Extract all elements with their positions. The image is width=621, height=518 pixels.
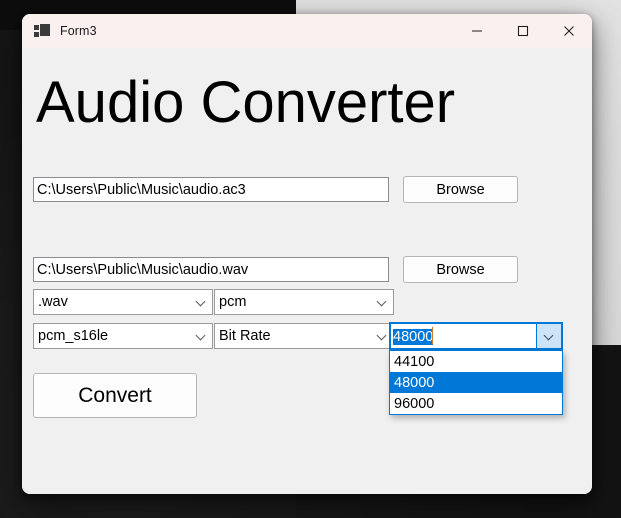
- maximize-icon: [517, 25, 529, 37]
- rate-kind-combo[interactable]: Bit Rate: [214, 323, 394, 349]
- rate-kind-value: Bit Rate: [219, 328, 271, 344]
- list-item[interactable]: 44100: [390, 351, 562, 372]
- maximize-button[interactable]: [500, 14, 546, 48]
- chevron-down-icon[interactable]: [536, 324, 561, 348]
- input-path-field[interactable]: C:\Users\Public\Music\audio.ac3: [33, 177, 389, 202]
- output-path-field[interactable]: C:\Users\Public\Music\audio.wav: [33, 257, 389, 282]
- container-format-value: .wav: [38, 294, 68, 310]
- container-format-combo[interactable]: .wav: [33, 289, 213, 315]
- title-bar-left: Form3: [22, 14, 454, 48]
- window-controls: [454, 14, 592, 48]
- chevron-down-icon[interactable]: [190, 332, 212, 341]
- close-icon: [564, 26, 574, 36]
- codec-value: pcm_s16le: [38, 328, 109, 344]
- app-window: Form3 Audio Converter C:\Users\Public\Mu…: [22, 14, 592, 494]
- sample-rate-value: 48000: [393, 329, 434, 345]
- close-button[interactable]: [546, 14, 592, 48]
- sample-rate-dropdown-list[interactable]: 44100 48000 96000: [389, 350, 563, 415]
- title-bar[interactable]: Form3: [22, 14, 592, 48]
- sample-rate-value-wrap: 48000: [391, 327, 536, 345]
- sample-rate-combo[interactable]: 48000: [389, 322, 563, 350]
- chevron-down-icon[interactable]: [190, 298, 212, 307]
- output-browse-button[interactable]: Browse: [403, 256, 518, 283]
- window-title: Form3: [60, 24, 97, 38]
- client-area: Audio Converter C:\Users\Public\Music\au…: [22, 48, 592, 494]
- codec-family-combo[interactable]: pcm: [214, 289, 394, 315]
- minimize-icon: [472, 30, 482, 32]
- minimize-button[interactable]: [454, 14, 500, 48]
- codec-combo[interactable]: pcm_s16le: [33, 323, 213, 349]
- chevron-down-icon[interactable]: [371, 298, 393, 307]
- convert-button[interactable]: Convert: [33, 373, 197, 418]
- text-caret: [432, 327, 434, 344]
- page-title: Audio Converter: [36, 70, 456, 135]
- list-item[interactable]: 96000: [390, 393, 562, 414]
- list-item[interactable]: 48000: [390, 372, 562, 393]
- input-browse-button[interactable]: Browse: [403, 176, 518, 203]
- codec-family-value: pcm: [219, 294, 247, 310]
- app-form-icon: [34, 23, 50, 39]
